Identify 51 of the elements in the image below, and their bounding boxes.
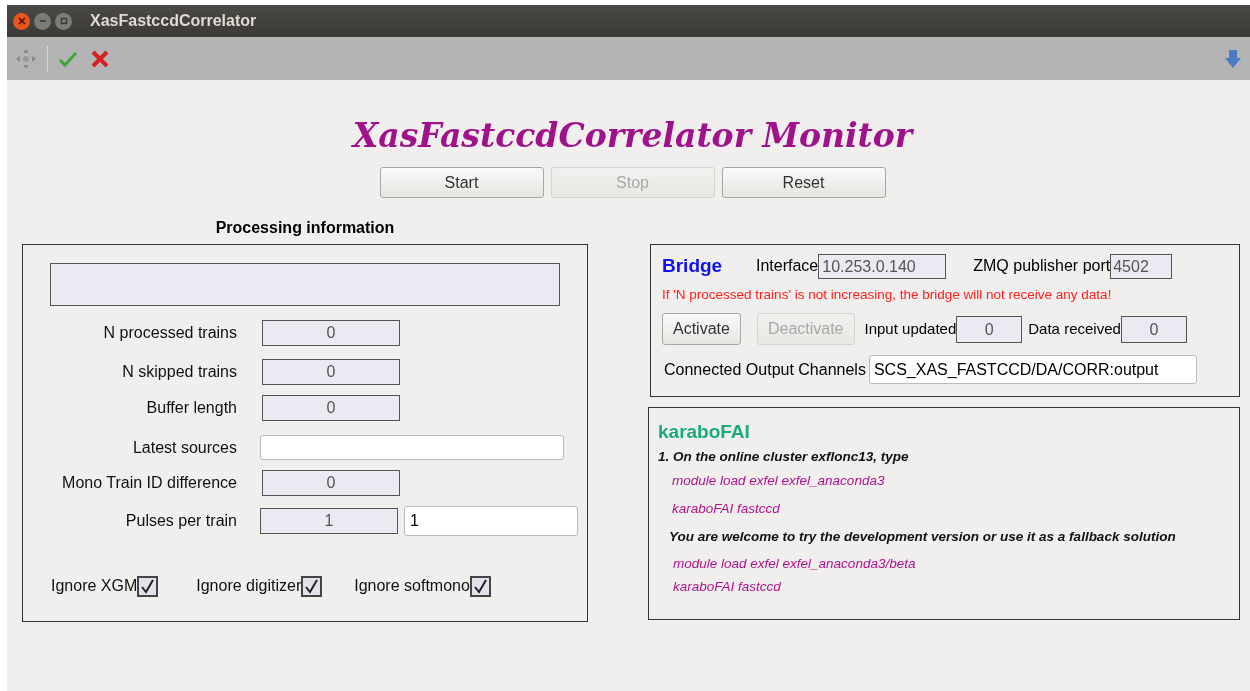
- checkbox-label: Ignore softmono: [354, 576, 470, 596]
- checkmark-icon[interactable]: [58, 49, 78, 68]
- field-label: ZMQ publisher port: [973, 256, 1111, 276]
- instruction-text: 1. On the online cluster exflonc13, type: [658, 448, 910, 466]
- close-icon[interactable]: [90, 48, 110, 69]
- field-label: Connected Output Channels: [664, 359, 866, 380]
- output-channel-field[interactable]: SCS_XAS_FASTCCD/DA/CORR:output: [868, 355, 1197, 384]
- field-label: N processed trains: [102, 323, 237, 343]
- minimize-icon[interactable]: [34, 12, 51, 30]
- field-label: Latest sources: [131, 437, 237, 458]
- warning-message: If 'N processed trains' is not increasing, the bridge will not receive any data!: [662, 286, 1113, 304]
- field-label: N skipped trains: [121, 362, 237, 382]
- interface-field: 10.253.0.140: [818, 253, 947, 279]
- command-text: module load exfel exfel_anaconda3: [672, 472, 886, 490]
- readonly-field: 0: [262, 320, 400, 346]
- checkbox-label: Ignore XGM: [51, 576, 138, 596]
- field-label: Input updated: [864, 318, 957, 339]
- down-arrow-icon[interactable]: [1224, 48, 1242, 69]
- field-label: Interface: [756, 256, 819, 276]
- monitor-title: XasFastccdCorrelator Monitor: [352, 116, 913, 156]
- readonly-field: 0: [1120, 315, 1187, 343]
- button[interactable]: Reset: [721, 167, 886, 198]
- field-label: Buffer length: [145, 398, 237, 418]
- checkbox-label: Ignore digitizer: [196, 576, 302, 596]
- field-label: Data received: [1028, 318, 1121, 339]
- input-field[interactable]: 1: [404, 506, 578, 536]
- karabofai-title: karaboFAI: [658, 420, 751, 444]
- checkbox[interactable]: [137, 575, 159, 597]
- readonly-field: 0: [262, 359, 400, 385]
- readonly-field: 0: [262, 470, 400, 496]
- close-icon[interactable]: [13, 12, 30, 30]
- checkbox[interactable]: [301, 575, 323, 597]
- instruction-text: You are welcome to try the development version or use it as a fallback solution: [669, 528, 1177, 546]
- readonly-field: 0: [956, 315, 1023, 343]
- maximize-icon[interactable]: [55, 12, 72, 30]
- window-title: XasFastccdCorrelator: [90, 11, 257, 31]
- port-field: 4502: [1110, 253, 1173, 279]
- section-title: Processing information: [214, 218, 396, 238]
- bridge-title: Bridge: [662, 253, 724, 278]
- checkbox[interactable]: [469, 575, 491, 597]
- command-text: karaboFAI fastccd: [673, 578, 782, 596]
- input-field[interactable]: [260, 435, 564, 460]
- button[interactable]: Activate: [662, 313, 741, 345]
- field-label: Pulses per train: [124, 511, 237, 531]
- readonly-field: 0: [262, 395, 400, 421]
- button[interactable]: Start: [379, 167, 544, 198]
- readonly-field: 1: [260, 508, 398, 534]
- command-text: module load exfel exfel_anaconda3/beta: [673, 555, 917, 573]
- command-text: karaboFAI fastccd: [672, 500, 781, 518]
- field-label: Mono Train ID difference: [61, 473, 237, 493]
- move-icon[interactable]: [15, 47, 37, 70]
